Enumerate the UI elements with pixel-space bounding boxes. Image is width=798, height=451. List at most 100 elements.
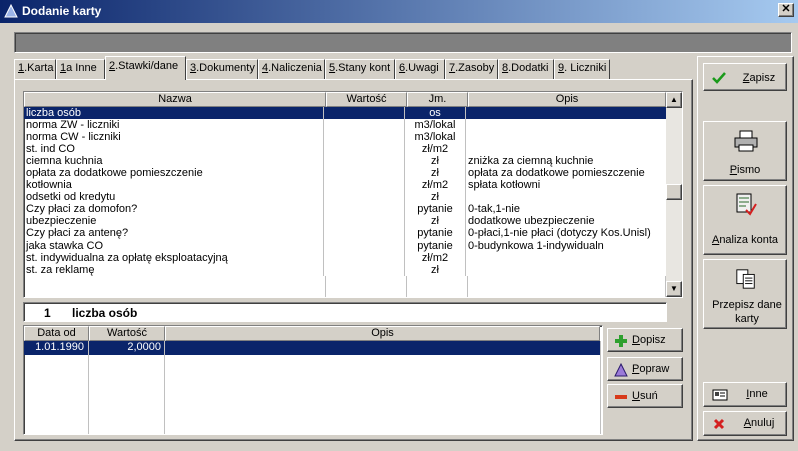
history-row[interactable]: 1.01.1990 2,0000 [24, 341, 602, 355]
parameter-description: opłata za dodatkowe pomieszczenie [468, 167, 645, 180]
parameter-unit: zł/m2 [405, 143, 466, 156]
tab-5[interactable]: 4.Naliczenia [258, 59, 325, 79]
column-header-unit[interactable]: Jm. [407, 92, 468, 107]
parameter-description: 0-płaci,1-nie płaci (dotyczy Kos.Unisl) [468, 227, 651, 240]
parameter-row[interactable]: ciemna kuchnia zł zniżka za ciemną kuchnie [24, 155, 666, 168]
parameter-row[interactable]: jaka stawka CO pytanie 0-budynkowa 1-indyw… [24, 239, 666, 252]
parameter-row[interactable]: st. ind CO zł/m2 [24, 143, 666, 156]
parameter-value [324, 119, 405, 132]
delete-value-button[interactable]: Usuń [607, 384, 683, 408]
tab-2[interactable]: 1a Inne [56, 59, 105, 79]
tab-3[interactable]: 2.Stawki/dane [105, 56, 186, 80]
tab-4[interactable]: 3.Dokumenty [186, 59, 258, 79]
value-history-grid[interactable]: Data od Wartość Opis 1.01.1990 2,0000 [23, 325, 603, 435]
account-analysis-button[interactable]: Analiza konta [703, 185, 787, 255]
column-header-name[interactable]: Nazwa [24, 92, 326, 107]
history-description [165, 341, 601, 355]
printer-icon [734, 130, 758, 152]
tab-label: .Zasoby [455, 62, 495, 74]
minus-icon [615, 395, 627, 399]
parameter-row[interactable]: st. indywidualna za opłatę eksploatacyjn… [24, 251, 666, 264]
cancel-button[interactable]: Anuluj [703, 411, 787, 436]
app-triangle-icon [4, 4, 18, 18]
copy-documents-icon [736, 269, 755, 289]
parameters-grid-body: liczba osób os norma ZW - liczniki m3/lokal… [24, 107, 666, 297]
parameter-row[interactable]: kotłownia zł/m2 spłata kotłowni [24, 179, 666, 192]
parameter-unit: zł [405, 263, 466, 276]
edit-value-button[interactable]: Popraw [607, 357, 683, 381]
parameter-description [466, 131, 665, 143]
parameter-row[interactable]: st. za reklamę zł [24, 263, 666, 276]
tab-panel-stawki: Nazwa Wartość Jm. Opis liczba osób os norm… [14, 79, 693, 441]
parameter-unit: m3/lokal [405, 119, 466, 132]
parameter-description [466, 107, 665, 119]
parameter-unit: zł [405, 167, 466, 180]
column-header-description[interactable]: Opis [165, 326, 600, 341]
tab-7[interactable]: 6.Uwagi [395, 59, 445, 79]
tab-label: .Stany kont [335, 62, 391, 74]
scroll-thumb[interactable] [666, 184, 682, 200]
parameter-value [324, 179, 405, 192]
parameter-row[interactable]: ubezpieczenie zł dodatkowe ubezpieczenie [24, 215, 666, 228]
parameter-row[interactable]: Czy płaci za domofon? pytanie 0-tak,1-nie [24, 203, 666, 216]
add-value-button[interactable]: Dopisz [607, 328, 683, 352]
tab-6[interactable]: 5.Stany kont [325, 59, 395, 79]
parameter-description: 0-budynkowa 1-indywidualn [468, 239, 604, 252]
parameter-name: opłata za dodatkowe pomieszczenie [24, 167, 324, 180]
column-header-date-from[interactable]: Data od [24, 326, 89, 341]
parameters-grid[interactable]: Nazwa Wartość Jm. Opis liczba osób os norm… [23, 91, 683, 298]
parameter-unit: zł [405, 215, 466, 228]
selected-parameter-number: 1 [44, 306, 51, 320]
letter-button[interactable]: Pismo [703, 121, 787, 181]
parameter-row[interactable]: opłata za dodatkowe pomieszczenie zł opłat… [24, 167, 666, 180]
tab-label: .Naliczenia [268, 62, 322, 74]
selected-parameter-bar: 1 liczba osób [23, 302, 667, 322]
save-button[interactable]: Zapisz [703, 63, 787, 91]
status-strip [14, 32, 792, 53]
close-button[interactable]: ✕ [778, 3, 794, 17]
parameter-description: 0-tak,1-nie [468, 203, 520, 216]
scroll-up-button[interactable]: ▲ [666, 92, 682, 108]
scroll-down-button[interactable]: ▼ [666, 281, 682, 297]
edit-value-label: Popraw [632, 363, 670, 375]
parameter-description [466, 143, 665, 155]
cancel-label: Anuluj [743, 417, 775, 429]
tab-10[interactable]: 9. Liczniki [554, 59, 610, 79]
parameter-row[interactable]: norma ZW - liczniki m3/lokal [24, 119, 666, 132]
account-analysis-label: Analiza konta [711, 234, 779, 246]
parameter-row[interactable]: Czy płaci za antenę? pytanie 0-płaci,1-nie… [24, 227, 666, 240]
parameter-row[interactable]: norma CW - liczniki m3/lokal [24, 131, 666, 144]
parameter-name: jaka stawka CO [24, 239, 324, 252]
parameters-scrollbar[interactable]: ▲ ▼ [666, 92, 682, 297]
parameter-unit: os [405, 107, 466, 120]
parameter-description: spłata kotłowni [468, 179, 541, 192]
parameter-name: st. ind CO [24, 143, 324, 156]
tab-8[interactable]: 7.Zasoby [445, 59, 498, 79]
column-header-value[interactable]: Wartość [326, 92, 407, 107]
column-header-value[interactable]: Wartość [89, 326, 165, 341]
parameter-value [324, 251, 405, 264]
parameter-unit: zł/m2 [405, 251, 466, 264]
tab-1[interactable]: 1.Karta [14, 59, 56, 79]
column-header-description[interactable]: Opis [468, 92, 666, 107]
parameter-unit: pytanie [405, 227, 466, 240]
parameter-description [466, 119, 665, 131]
parameter-name: kotłownia [24, 179, 324, 192]
parameter-description: dodatkowe ubezpieczenie [468, 215, 595, 228]
account-analysis-icon [736, 193, 757, 216]
history-grid-header: Data od Wartość Opis [24, 326, 600, 341]
parameter-value [324, 167, 405, 180]
parameter-name: Czy płaci za domofon? [24, 203, 324, 216]
save-label: Zapisz [742, 72, 776, 84]
parameter-unit: zł/m2 [405, 179, 466, 192]
parameter-value [324, 215, 405, 228]
tab-9[interactable]: 8.Dodatki [498, 59, 554, 79]
title-bar[interactable]: Dodanie karty ✕ [0, 0, 798, 23]
copy-card-data-button[interactable]: Przepisz dane karty [703, 259, 787, 329]
tab-label: .Karta [24, 62, 54, 74]
parameter-row[interactable]: odsetki od kredytu zł [24, 191, 666, 204]
parameter-row[interactable]: liczba osób os [24, 107, 666, 120]
other-button[interactable]: Inne [703, 382, 787, 407]
parameter-name: Czy płaci za antenę? [24, 227, 324, 240]
delete-value-label: Usuń [632, 390, 658, 402]
